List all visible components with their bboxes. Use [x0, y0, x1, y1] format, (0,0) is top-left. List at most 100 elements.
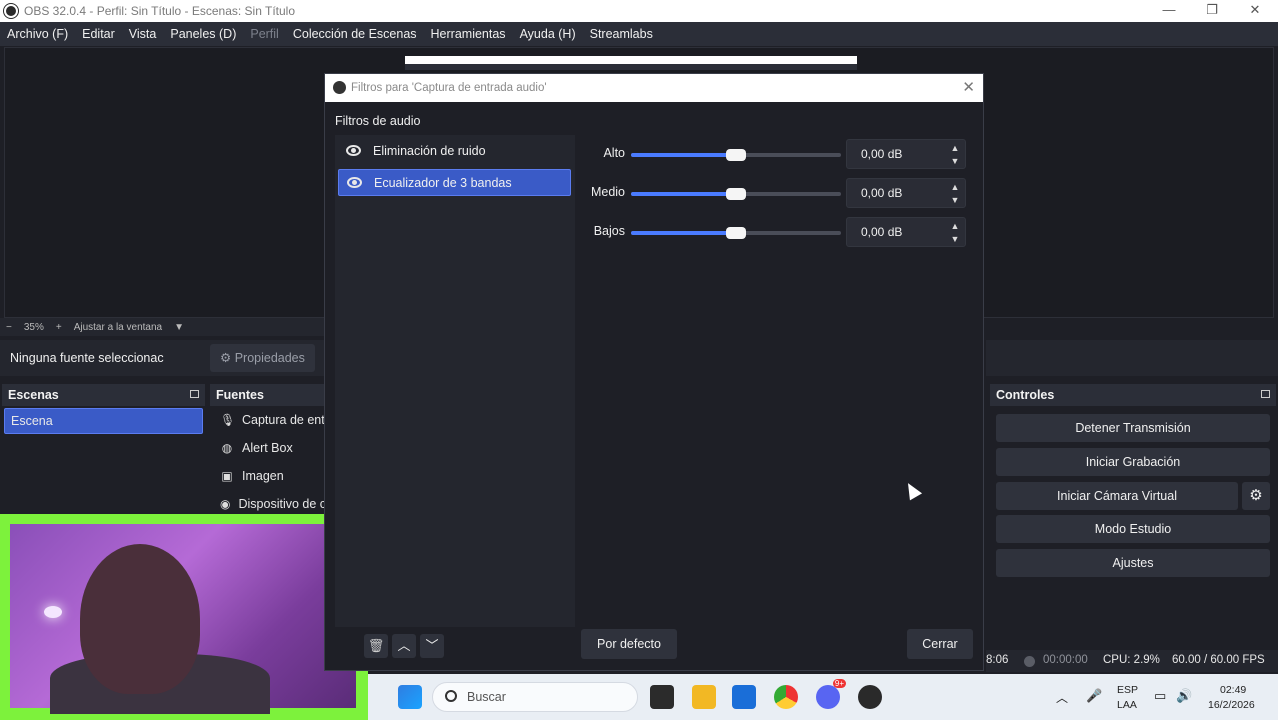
move-down-chevron-icon[interactable]: ﹀: [420, 634, 444, 658]
scenes-dock: Escenas Escena: [2, 384, 205, 519]
properties-button[interactable]: ⚙ Propiedades: [210, 344, 315, 372]
band-slider-low[interactable]: [631, 227, 841, 239]
studio-mode-button[interactable]: Modo Estudio: [996, 515, 1270, 543]
gear-icon: ⚙: [220, 351, 235, 365]
slider-handle[interactable]: [726, 227, 746, 239]
band-value-low[interactable]: 0,00 dB ▲ ▼: [846, 217, 966, 247]
fit-window-dropdown[interactable]: Ajustar a la ventana: [68, 322, 168, 333]
sources-header: Fuentes: [210, 384, 324, 406]
windows-start-icon[interactable]: [398, 685, 422, 709]
scenes-title: Escenas: [8, 388, 59, 402]
tray-chevron-up-icon[interactable]: ︿: [1056, 689, 1068, 706]
defaults-button[interactable]: Por defecto: [581, 629, 677, 659]
filter-label: Ecualizador de 3 bandas: [374, 176, 512, 190]
zoom-in-button[interactable]: +: [50, 322, 68, 333]
slider-handle[interactable]: [726, 149, 746, 161]
float-dock-icon[interactable]: [1261, 390, 1270, 398]
filter-list: Eliminación de ruido Ecualizador de 3 ba…: [335, 135, 575, 627]
menu-archivo[interactable]: Archivo (F): [0, 27, 75, 41]
scenes-header: Escenas: [2, 384, 205, 406]
source-label: Captura de ent: [242, 413, 324, 427]
settings-button[interactable]: Ajustes: [996, 549, 1270, 577]
source-label: Alert Box: [242, 441, 293, 455]
float-dock-icon[interactable]: [190, 390, 199, 398]
menu-coleccion-escenas[interactable]: Colección de Escenas: [286, 27, 424, 41]
scene-item[interactable]: Escena: [4, 408, 203, 434]
network-icon[interactable]: ▭: [1154, 688, 1166, 704]
source-item[interactable]: ◍ Alert Box: [210, 434, 324, 462]
maximize-icon[interactable]: ❐: [1190, 0, 1234, 22]
store-icon[interactable]: [732, 685, 756, 709]
eye-icon[interactable]: [346, 145, 361, 156]
menu-vista[interactable]: Vista: [122, 27, 164, 41]
obs-taskbar-icon[interactable]: [858, 685, 882, 709]
menu-herramientas[interactable]: Herramientas: [424, 27, 513, 41]
band-value-mid[interactable]: 0,00 dB ▲ ▼: [846, 178, 966, 208]
microphone-tray-icon[interactable]: 🎤: [1086, 688, 1102, 704]
no-source-label: Ninguna fuente seleccionac: [10, 351, 164, 365]
stream-time: 8:06: [986, 654, 1009, 666]
menu-paneles[interactable]: Paneles (D): [163, 27, 243, 41]
source-toolbar: Ninguna fuente seleccionac ⚙ Propiedades: [0, 340, 324, 376]
zoom-out-button[interactable]: −: [0, 322, 18, 333]
menu-perfil[interactable]: Perfil: [243, 27, 285, 41]
chevron-down-icon[interactable]: ▼: [945, 154, 965, 168]
start-recording-button[interactable]: Iniciar Grabación: [996, 448, 1270, 476]
volume-icon[interactable]: 🔊: [1176, 688, 1192, 704]
chevron-down-icon[interactable]: ▼: [945, 232, 965, 246]
controls-title: Controles: [996, 388, 1055, 402]
clock-date[interactable]: 16/2/2026: [1208, 699, 1255, 711]
band-slider-high[interactable]: [631, 149, 841, 161]
slider-fill: [631, 192, 736, 196]
chevron-down-icon[interactable]: ▼: [168, 322, 190, 333]
move-up-chevron-icon[interactable]: ︿: [392, 634, 416, 658]
language-code[interactable]: ESP: [1117, 684, 1138, 696]
slider-fill: [631, 153, 736, 157]
chevron-down-icon[interactable]: ▼: [945, 193, 965, 207]
camera-icon: ◉: [220, 497, 231, 511]
filter-item-eq[interactable]: Ecualizador de 3 bandas: [338, 169, 571, 196]
menu-ayuda[interactable]: Ayuda (H): [513, 27, 583, 41]
menu-editar[interactable]: Editar: [75, 27, 122, 41]
delete-filter-trash-icon[interactable]: 🗑: [364, 634, 388, 658]
virtual-camera-gear-icon[interactable]: ⚙: [1242, 482, 1270, 510]
stop-stream-button[interactable]: Detener Transmisión: [996, 414, 1270, 442]
language-layout[interactable]: LAA: [1117, 699, 1137, 711]
discord-icon[interactable]: 9+: [816, 679, 846, 709]
band-value-text: 0,00 dB: [861, 225, 903, 239]
file-explorer-icon[interactable]: [692, 685, 716, 709]
chevron-up-icon[interactable]: ▲: [945, 219, 965, 233]
slider-fill: [631, 231, 736, 235]
source-item[interactable]: ▣ Imagen: [210, 462, 324, 490]
obs-logo-icon: [4, 4, 18, 18]
audio-filters-label: Filtros de audio: [335, 114, 421, 128]
virtual-camera-button[interactable]: Iniciar Cámara Virtual: [996, 482, 1238, 510]
obs-logo-icon: [333, 81, 346, 94]
chevron-up-icon[interactable]: ▲: [945, 141, 965, 155]
close-icon[interactable]: ✕: [1233, 0, 1277, 22]
band-value-high[interactable]: 0,00 dB ▲ ▼: [846, 139, 966, 169]
slider-handle[interactable]: [726, 188, 746, 200]
band-label-mid: Medio: [590, 185, 625, 199]
chrome-icon[interactable]: [774, 685, 798, 709]
task-view-icon[interactable]: [650, 685, 674, 709]
band-slider-mid[interactable]: [631, 188, 841, 200]
source-label: Imagen: [242, 469, 284, 483]
menu-bar: Archivo (F) Editar Vista Paneles (D) Per…: [0, 22, 1278, 46]
menu-streamlabs[interactable]: Streamlabs: [583, 27, 660, 41]
clock-time[interactable]: 02:49: [1220, 684, 1246, 696]
properties-label: Propiedades: [234, 351, 305, 365]
dialog-close-icon[interactable]: ✕: [962, 74, 975, 102]
filter-label: Eliminación de ruido: [373, 144, 486, 158]
windows-taskbar: Buscar 9+ ︿ 🎤 ESP LAA ▭ 🔊 02:49 16/2/202…: [368, 674, 1278, 720]
zoom-level: 35%: [23, 321, 44, 333]
source-item[interactable]: 🎙 Captura de ent: [210, 406, 324, 434]
eye-icon[interactable]: [347, 177, 362, 188]
minimize-icon[interactable]: —: [1147, 0, 1191, 22]
close-button[interactable]: Cerrar: [907, 629, 973, 659]
zoom-bar: − 35% + Ajustar a la ventana ▼: [0, 318, 324, 336]
fps-readout: 60.00 / 60.00 FPS: [1172, 654, 1265, 666]
chevron-up-icon[interactable]: ▲: [945, 180, 965, 194]
taskbar-search[interactable]: Buscar: [432, 682, 638, 712]
filter-item-noise[interactable]: Eliminación de ruido: [338, 138, 571, 165]
